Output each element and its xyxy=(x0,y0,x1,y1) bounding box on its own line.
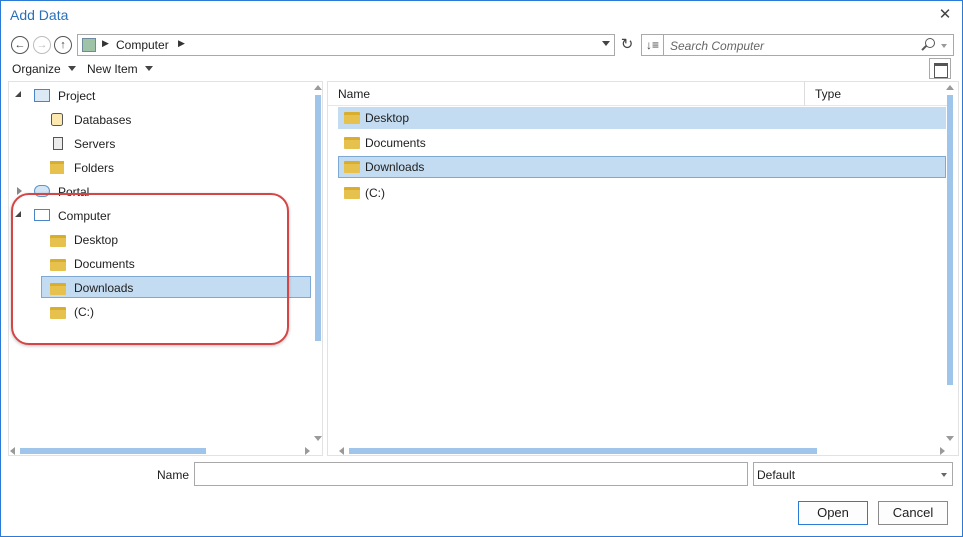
address-dropdown-icon[interactable] xyxy=(602,41,610,46)
name-input[interactable] xyxy=(194,462,748,486)
folder-icon xyxy=(344,112,360,124)
folder-icon xyxy=(344,161,360,173)
tree-item-databases[interactable]: Databases xyxy=(9,109,309,131)
list-item-downloads[interactable]: Downloads xyxy=(338,156,946,178)
scroll-right-icon[interactable] xyxy=(305,447,310,455)
list-item-c-drive[interactable]: (C:) xyxy=(338,182,946,204)
tree-item-servers[interactable]: Servers xyxy=(9,133,309,155)
list-item-label: (C:) xyxy=(365,186,385,200)
up-button[interactable]: ↑ xyxy=(54,36,72,54)
organize-menu[interactable]: Organize xyxy=(12,62,76,76)
add-data-dialog: Add Data ✕ ← → ↑ ▶ Computer ▶ ↻ ↓≡ Searc… xyxy=(0,0,963,537)
location-icon xyxy=(82,38,96,52)
search-placeholder: Search Computer xyxy=(670,39,765,53)
scrollbar-thumb[interactable] xyxy=(349,448,817,454)
column-header-type[interactable]: Type xyxy=(804,82,950,106)
scrollbar-thumb[interactable] xyxy=(20,448,206,454)
project-icon xyxy=(34,89,50,102)
breadcrumb-computer[interactable]: Computer xyxy=(116,38,169,52)
forward-arrow-icon: → xyxy=(36,39,48,51)
scroll-down-icon[interactable] xyxy=(946,436,954,441)
search-input[interactable]: Search Computer xyxy=(663,34,954,56)
database-icon xyxy=(51,113,63,126)
back-arrow-icon: ← xyxy=(14,39,26,51)
scroll-up-icon[interactable] xyxy=(314,85,322,90)
scroll-left-icon[interactable] xyxy=(10,447,15,455)
horizontal-scrollbar[interactable] xyxy=(339,446,945,455)
chevron-right-icon[interactable]: ▶ xyxy=(178,38,185,49)
scrollbar-thumb[interactable] xyxy=(947,95,953,385)
scroll-down-icon[interactable] xyxy=(314,436,322,441)
search-dropdown-icon[interactable] xyxy=(941,44,947,48)
sort-icon: ↓≡ xyxy=(645,38,659,52)
address-bar[interactable]: ▶ Computer ▶ xyxy=(77,34,615,56)
list-item-label: Downloads xyxy=(365,160,425,174)
view-toggle-button[interactable] xyxy=(929,58,951,79)
scrollbar-thumb[interactable] xyxy=(315,95,321,341)
column-header-name[interactable]: Name xyxy=(328,82,804,106)
list-item-desktop[interactable]: Desktop xyxy=(338,107,946,129)
horizontal-scrollbar[interactable] xyxy=(10,446,310,455)
scroll-right-icon[interactable] xyxy=(940,447,945,455)
cancel-button[interactable]: Cancel xyxy=(878,501,948,525)
caret-down-icon xyxy=(67,66,76,71)
list-item-label: Documents xyxy=(365,136,426,150)
tree-item-label: Folders xyxy=(74,161,115,175)
column-label: Type xyxy=(815,87,842,101)
tree-item-label: Project xyxy=(58,89,96,103)
dialog-title: Add Data xyxy=(10,7,69,23)
forward-button[interactable]: → xyxy=(33,36,51,54)
back-button[interactable]: ← xyxy=(11,36,29,54)
name-field-label: Name xyxy=(157,468,190,482)
sort-button[interactable]: ↓≡ xyxy=(641,34,663,56)
column-label: Name xyxy=(338,87,371,101)
tree-item-label: Servers xyxy=(74,137,116,151)
chevron-down-icon xyxy=(941,473,947,477)
vertical-scrollbar[interactable] xyxy=(945,83,954,441)
scroll-left-icon[interactable] xyxy=(339,447,344,455)
close-icon[interactable]: ✕ xyxy=(934,4,956,26)
open-button[interactable]: Open xyxy=(798,501,868,525)
expand-arrow-icon[interactable] xyxy=(15,91,21,97)
folder-icon xyxy=(344,137,360,149)
list-item-documents[interactable]: Documents xyxy=(338,132,946,154)
title-bar: Add Data ✕ xyxy=(1,1,962,29)
up-arrow-icon: ↑ xyxy=(60,39,66,51)
tree-item-folders[interactable]: Folders xyxy=(9,157,309,179)
folder-icon xyxy=(50,161,64,174)
format-selected-value: Default xyxy=(757,468,796,482)
new-item-menu[interactable]: New Item xyxy=(87,62,153,76)
vertical-scrollbar[interactable] xyxy=(313,83,322,441)
annotation-highlight-circle xyxy=(11,193,289,345)
format-dropdown[interactable]: Default xyxy=(753,462,953,486)
refresh-icon: ↻ xyxy=(620,36,634,53)
tree-item-label: Databases xyxy=(74,113,132,127)
new-item-label: New Item xyxy=(87,62,138,76)
scroll-up-icon[interactable] xyxy=(946,85,954,90)
server-icon xyxy=(53,137,63,150)
refresh-button[interactable]: ↻ xyxy=(617,34,637,56)
folder-icon xyxy=(344,187,360,199)
tree-item-project[interactable]: Project xyxy=(9,85,309,107)
search-icon[interactable] xyxy=(925,38,935,48)
chevron-right-icon[interactable]: ▶ xyxy=(102,38,109,49)
file-list: Name Type Desktop Documents Downloads (C… xyxy=(327,81,959,456)
organize-label: Organize xyxy=(12,62,61,76)
caret-down-icon xyxy=(144,66,153,71)
list-item-label: Desktop xyxy=(365,111,410,125)
